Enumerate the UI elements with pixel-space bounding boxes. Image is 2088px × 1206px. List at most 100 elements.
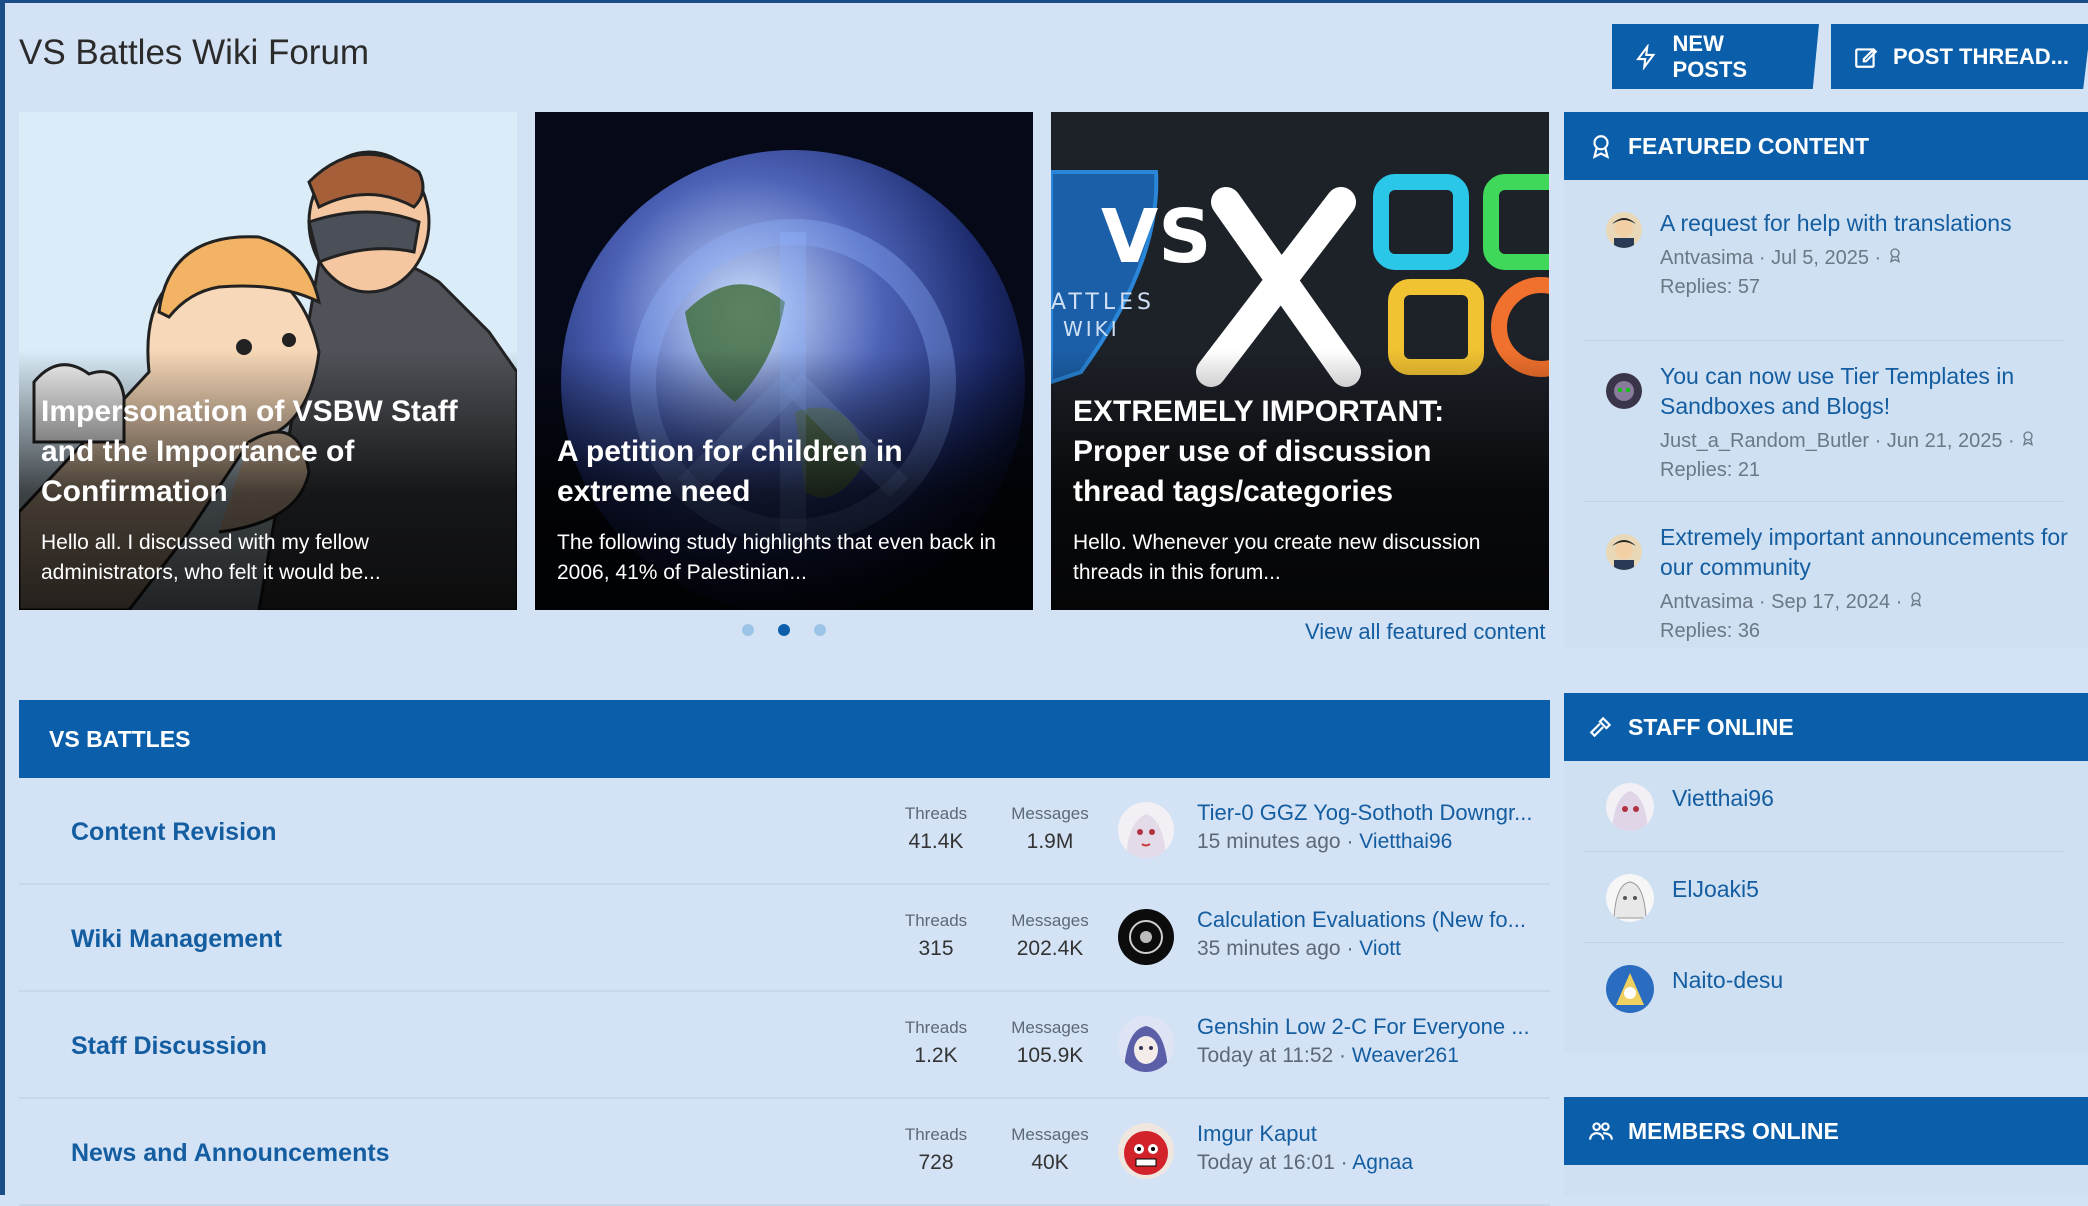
featured-item-title[interactable]: You can now use Tier Templates in Sandbo… <box>1660 361 2070 421</box>
latest-user-avatar[interactable] <box>1118 802 1174 858</box>
latest-time: 15 minutes ago <box>1197 830 1341 853</box>
forum-node-row: Staff Discussion Threads 1.2K Messages 1… <box>19 992 1550 1099</box>
featured-content-widget: FEATURED CONTENT A request for help with… <box>1564 112 2088 648</box>
node-title[interactable]: Content Revision <box>71 818 277 847</box>
carousel-dot-3[interactable] <box>814 624 826 636</box>
latest-meta: Today at 16:01 · Agnaa <box>1197 1151 1414 1174</box>
messages-stat: Messages 1.9M <box>1000 804 1100 854</box>
latest-time: 35 minutes ago <box>1197 937 1341 960</box>
lightning-icon <box>1636 43 1656 70</box>
latest-user-link[interactable]: Vietthai96 <box>1359 830 1452 853</box>
messages-count: 202.4K <box>1016 937 1084 960</box>
featured-slide-1[interactable]: Impersonation of VSBW Staff and the Impo… <box>19 112 517 610</box>
threads-label: Threads <box>904 1018 968 1037</box>
threads-count: 315 <box>918 937 954 960</box>
members-online-header: MEMBERS ONLINE <box>1564 1097 2088 1165</box>
forum-node-row: News and Announcements Threads 728 Messa… <box>19 1099 1550 1206</box>
svg-text:WIKI: WIKI <box>1063 317 1120 341</box>
featured-item-meta: Just_a_Random_Butler · Jun 21, 2025 · <box>1660 427 2036 456</box>
featured-item-title[interactable]: Extremely important announcements for ou… <box>1660 522 2070 582</box>
slide-1-title[interactable]: Impersonation of VSBW Staff and the Impo… <box>41 392 499 512</box>
post-thread-label: POST THREAD... <box>1893 43 2070 69</box>
messages-count: 1.9M <box>1026 830 1074 853</box>
latest-meta: Today at 11:52 · Weaver261 <box>1197 1044 1459 1067</box>
messages-stat: Messages 40K <box>1000 1125 1100 1175</box>
staff-name-link[interactable]: ElJoaki5 <box>1672 876 1759 903</box>
latest-thread-link[interactable]: Calculation Evaluations (New fo... <box>1197 907 1542 933</box>
messages-count: 105.9K <box>1016 1044 1084 1067</box>
post-thread-button[interactable]: POST THREAD... <box>1831 24 2088 89</box>
staff-avatar[interactable] <box>1606 783 1654 831</box>
members-online-title: MEMBERS ONLINE <box>1628 1117 1839 1144</box>
staff-name-link[interactable]: Vietthai96 <box>1672 785 1774 812</box>
node-title[interactable]: Staff Discussion <box>71 1032 267 1061</box>
staff-online-header: STAFF ONLINE <box>1564 693 2088 761</box>
slide-3-title[interactable]: EXTREMELY IMPORTANT: Proper use of discu… <box>1073 392 1531 512</box>
latest-thread-link[interactable]: Imgur Kaput <box>1197 1121 1542 1147</box>
hammer-icon <box>1589 716 1612 738</box>
messages-stat: Messages 105.9K <box>1000 1018 1100 1068</box>
page-title: VS Battles Wiki Forum <box>19 33 370 72</box>
featured-item-replies: Replies: 57 <box>1660 276 1761 298</box>
featured-item-replies: Replies: 21 <box>1660 459 1761 481</box>
new-posts-label: NEW POSTS <box>1672 30 1748 82</box>
award-icon <box>1910 592 1921 607</box>
threads-label: Threads <box>904 804 968 823</box>
users-icon <box>1589 1122 1613 1140</box>
threads-count: 1.2K <box>914 1044 958 1067</box>
new-posts-button[interactable]: NEW POSTS <box>1612 24 1819 89</box>
slide-3-snippet: Hello. Whenever you create new discussio… <box>1073 531 1481 584</box>
forum-section: VS BATTLES Content Revision Threads 41.4… <box>19 700 1550 1206</box>
featured-content-title: FEATURED CONTENT <box>1628 132 1870 159</box>
latest-user-link[interactable]: Agnaa <box>1352 1151 1413 1174</box>
featured-item: A request for help with translations Ant… <box>1584 180 2064 341</box>
staff-avatar[interactable] <box>1606 874 1654 922</box>
latest-user-link[interactable]: Weaver261 <box>1352 1044 1459 1067</box>
author-avatar[interactable] <box>1606 212 1642 248</box>
threads-stat: Threads 1.2K <box>886 1018 986 1068</box>
author-avatar[interactable] <box>1606 373 1642 409</box>
node-title[interactable]: Wiki Management <box>71 925 282 954</box>
latest-user-link[interactable]: Viott <box>1359 937 1401 960</box>
latest-user-avatar[interactable] <box>1118 909 1174 965</box>
latest-thread-link[interactable]: Genshin Low 2-C For Everyone ... <box>1197 1014 1542 1040</box>
latest-post: Genshin Low 2-C For Everyone ... Today a… <box>1197 1014 1542 1068</box>
latest-time: Today at 16:01 <box>1197 1151 1335 1174</box>
threads-stat: Threads 315 <box>886 911 986 961</box>
forum-section-title[interactable]: VS BATTLES <box>19 700 1550 778</box>
threads-label: Threads <box>904 911 968 930</box>
latest-post: Calculation Evaluations (New fo... 35 mi… <box>1197 907 1542 961</box>
award-icon <box>2023 431 2034 446</box>
staff-avatar[interactable] <box>1606 965 1654 1013</box>
messages-label: Messages <box>1011 804 1089 823</box>
staff-member: Vietthai96 <box>1584 761 2064 852</box>
slide-1-snippet: Hello all. I discussed with my fellow ad… <box>41 531 381 584</box>
featured-slide-3[interactable]: VS ATTLES WIKI EXTREMELY IMPORTANT: Prop… <box>1051 112 1549 610</box>
staff-name-link[interactable]: Naito-desu <box>1672 967 1783 994</box>
featured-item-meta: Antvasima · Sep 17, 2024 · <box>1660 588 1924 617</box>
messages-count: 40K <box>1031 1151 1069 1174</box>
featured-slide-2[interactable]: A petition for children in extreme need … <box>535 112 1033 610</box>
top-border <box>0 0 2088 3</box>
view-all-featured-link[interactable]: View all featured content <box>1305 619 1546 645</box>
messages-label: Messages <box>1011 1018 1089 1037</box>
node-title[interactable]: News and Announcements <box>71 1139 390 1168</box>
latest-meta: 15 minutes ago · Vietthai96 <box>1197 830 1453 853</box>
latest-user-avatar[interactable] <box>1118 1016 1174 1072</box>
latest-post: Imgur Kaput Today at 16:01 · Agnaa <box>1197 1121 1542 1175</box>
slide-2-title[interactable]: A petition for children in extreme need <box>557 432 1015 512</box>
featured-item-title[interactable]: A request for help with translations <box>1660 208 2070 238</box>
left-border <box>0 0 5 1195</box>
author-avatar[interactable] <box>1606 534 1642 570</box>
forum-node-row: Content Revision Threads 41.4K Messages … <box>19 778 1550 885</box>
featured-item-meta-text: Antvasima · Sep 17, 2024 · <box>1660 591 1903 613</box>
staff-online-title: STAFF ONLINE <box>1628 713 1794 740</box>
featured-item: You can now use Tier Templates in Sandbo… <box>1584 341 2064 502</box>
latest-thread-link[interactable]: Tier-0 GGZ Yog-Sothoth Downgr... <box>1197 800 1542 826</box>
carousel-dot-1[interactable] <box>742 624 754 636</box>
featured-item-meta-text: Antvasima · Jul 5, 2025 · <box>1660 247 1882 269</box>
latest-user-avatar[interactable] <box>1118 1123 1174 1179</box>
latest-meta: 35 minutes ago · Viott <box>1197 937 1401 960</box>
carousel-dot-2[interactable] <box>778 624 790 636</box>
award-icon <box>1889 248 1900 263</box>
